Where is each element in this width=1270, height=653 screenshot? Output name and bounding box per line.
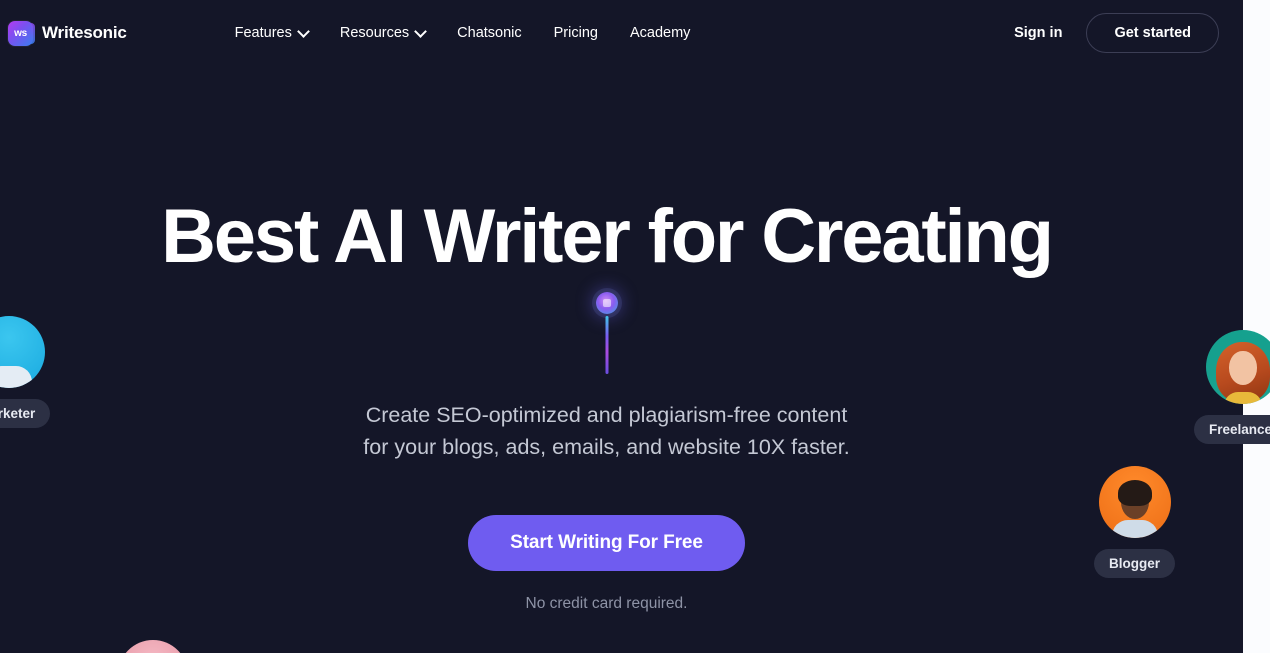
page-title: Best AI Writer for Creating bbox=[161, 194, 1054, 279]
nav-item-resources[interactable]: Resources bbox=[324, 17, 441, 49]
ai-orb-icon bbox=[595, 292, 618, 315]
nav-label-academy: Academy bbox=[629, 25, 691, 41]
avatar-head bbox=[1229, 351, 1258, 385]
avatar-illustration bbox=[1212, 338, 1270, 404]
start-writing-for-free-button[interactable]: Start Writing For Free bbox=[468, 515, 745, 572]
hero-subheadline-line2: for your blogs, ads, emails, and website… bbox=[363, 434, 850, 459]
chevron-down-icon bbox=[299, 27, 308, 36]
site-header: ws Writesonic Features Resources Chatson… bbox=[0, 0, 1243, 66]
nav-item-chatsonic[interactable]: Chatsonic bbox=[441, 17, 537, 49]
avatar-shirt bbox=[1111, 520, 1158, 538]
nav-label-features: Features bbox=[234, 25, 292, 41]
avatar bbox=[1098, 466, 1171, 538]
persona-card-freelancer[interactable]: Freelancer bbox=[1194, 330, 1270, 444]
avatar-hair bbox=[1117, 480, 1152, 506]
page-root: ws Writesonic Features Resources Chatson… bbox=[0, 0, 1270, 653]
site-canvas: ws Writesonic Features Resources Chatson… bbox=[0, 0, 1243, 653]
get-started-button[interactable]: Get started bbox=[1086, 13, 1219, 53]
sign-in-link[interactable]: Sign in bbox=[1000, 17, 1076, 49]
avatar-shirt bbox=[1224, 392, 1263, 404]
avatar-shirt bbox=[0, 366, 33, 388]
avatar-illustration bbox=[0, 338, 38, 388]
caret-line bbox=[605, 316, 608, 375]
persona-card-bottom[interactable] bbox=[118, 640, 188, 653]
persona-card-marketer[interactable]: Marketer bbox=[0, 316, 51, 428]
persona-badge-freelancer: Freelancer bbox=[1194, 415, 1270, 444]
nav-item-academy[interactable]: Academy bbox=[614, 17, 706, 49]
header-actions: Sign in Get started bbox=[1000, 13, 1219, 53]
nav-item-pricing[interactable]: Pricing bbox=[538, 17, 614, 49]
typing-caret-animation bbox=[587, 292, 627, 375]
avatar bbox=[118, 640, 188, 653]
hero-subheadline-line1: Create SEO-optimized and plagiarism-free… bbox=[365, 403, 848, 428]
persona-badge-blogger: Blogger bbox=[1094, 549, 1176, 578]
avatar bbox=[0, 316, 46, 388]
avatar bbox=[1206, 330, 1270, 404]
brand-name: Writesonic bbox=[42, 23, 127, 42]
cta-note: No credit card required. bbox=[525, 595, 688, 613]
chevron-down-icon bbox=[416, 27, 425, 36]
page-right-gutter bbox=[1243, 0, 1270, 653]
nav-label-pricing: Pricing bbox=[553, 25, 598, 41]
nav-label-chatsonic: Chatsonic bbox=[457, 25, 522, 41]
hero-subheadline: Create SEO-optimized and plagiarism-free… bbox=[363, 400, 849, 463]
hero-section: Best AI Writer for Creating Create SEO-o… bbox=[0, 0, 1213, 653]
writesonic-logo-icon: ws bbox=[8, 20, 35, 46]
nav-item-features[interactable]: Features bbox=[219, 17, 324, 49]
nav-label-resources: Resources bbox=[339, 25, 410, 41]
persona-badge-marketer: Marketer bbox=[0, 399, 51, 428]
persona-card-blogger[interactable]: Blogger bbox=[1094, 466, 1176, 578]
main-navigation: Features Resources Chatsonic Pricing Aca… bbox=[219, 17, 707, 49]
avatar-illustration bbox=[1106, 474, 1164, 538]
brand-logo[interactable]: ws Writesonic bbox=[8, 20, 127, 46]
brand-mark-text: ws bbox=[14, 27, 27, 39]
